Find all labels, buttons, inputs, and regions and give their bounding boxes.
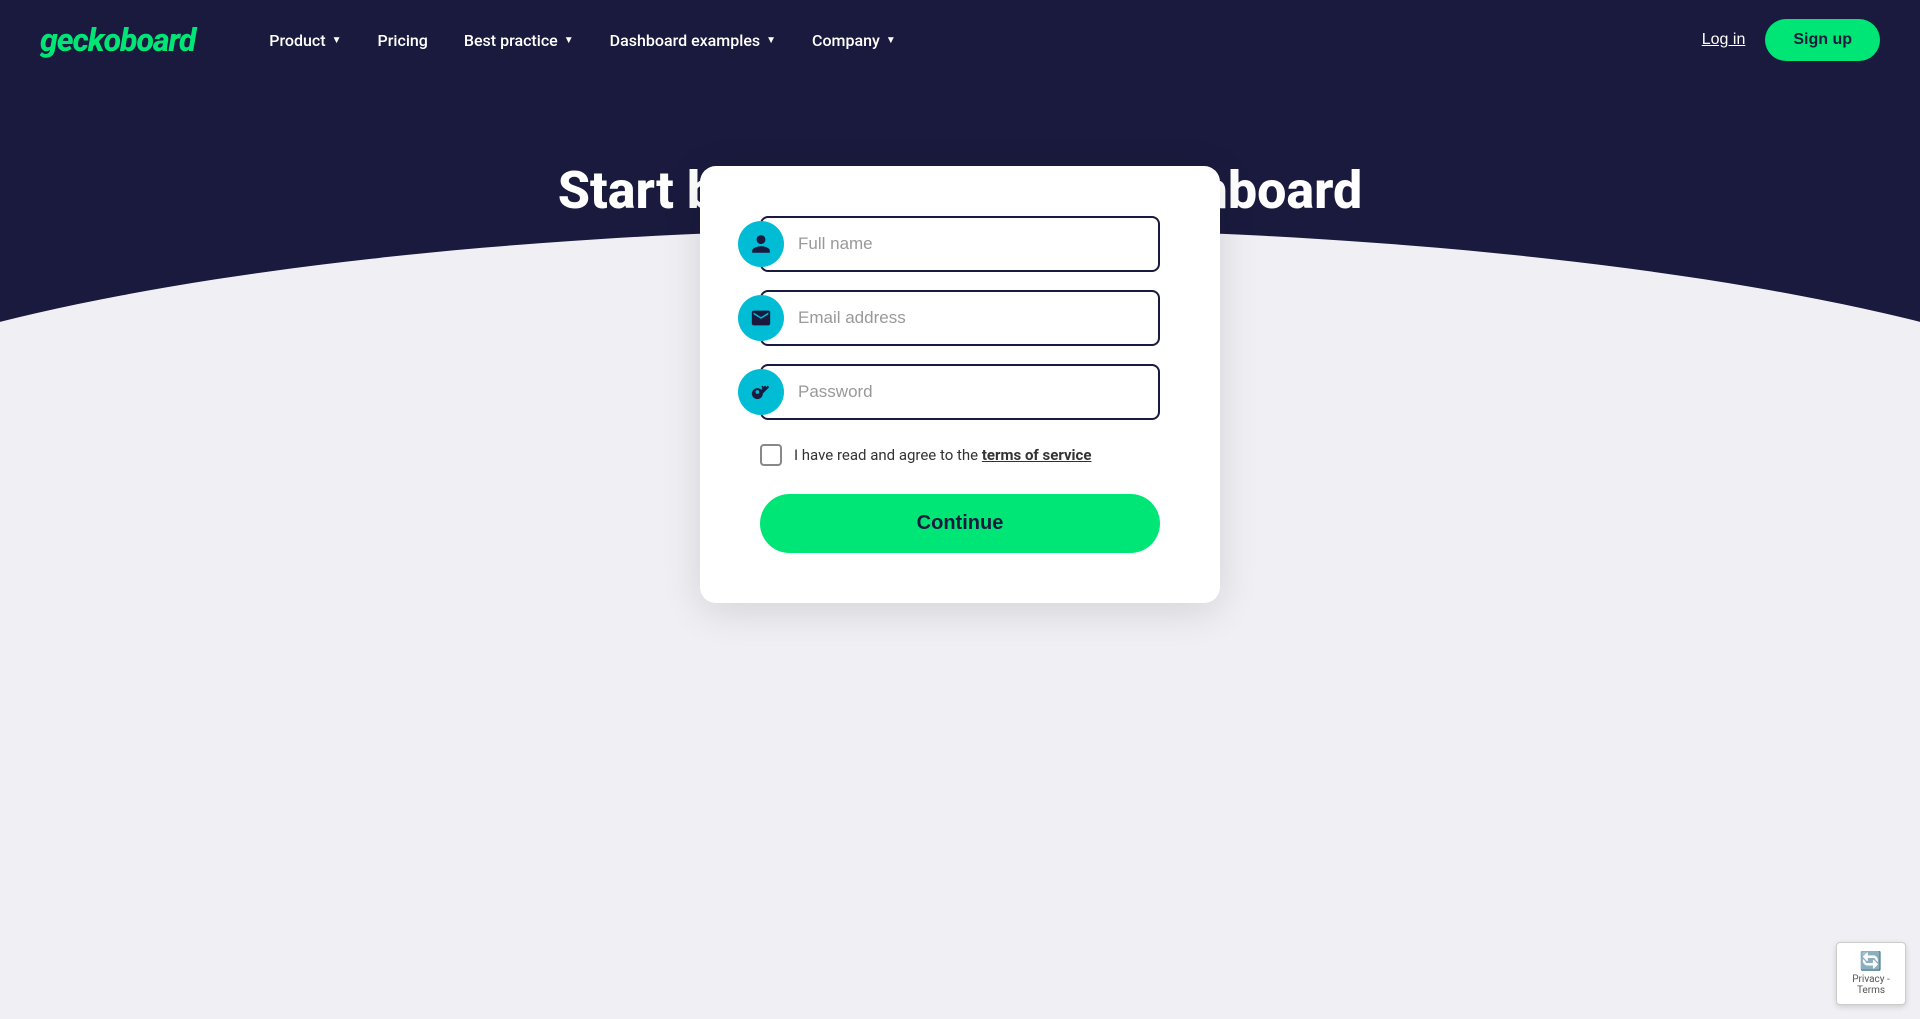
password-input[interactable] <box>760 364 1160 420</box>
chevron-down-icon: ▼ <box>886 35 896 46</box>
fullname-input[interactable] <box>760 216 1160 272</box>
nav-item-best-practice[interactable]: Best practice ▼ <box>450 23 588 58</box>
recaptcha-icon: 🔄 <box>1847 951 1895 972</box>
nav-links: Product ▼ Pricing Best practice ▼ Dashbo… <box>255 23 1701 58</box>
signup-form-section: I have read and agree to the terms of se… <box>0 166 1920 663</box>
nav-actions: Log in Sign up <box>1702 19 1880 61</box>
fullname-group <box>760 216 1160 272</box>
nav-item-pricing[interactable]: Pricing <box>364 23 442 58</box>
brand-logo[interactable]: geckoboard <box>40 21 195 59</box>
navbar: geckoboard Product ▼ Pricing Best practi… <box>0 0 1920 80</box>
terms-link[interactable]: terms of service <box>982 446 1092 464</box>
login-button[interactable]: Log in <box>1702 31 1746 49</box>
key-icon <box>738 369 784 415</box>
terms-checkbox[interactable] <box>760 444 782 466</box>
recaptcha-badge: 🔄 Privacy - Terms <box>1836 942 1906 1005</box>
email-icon <box>738 295 784 341</box>
signup-form-card: I have read and agree to the terms of se… <box>700 166 1220 603</box>
continue-button[interactable]: Continue <box>760 494 1160 553</box>
nav-item-product[interactable]: Product ▼ <box>255 23 355 58</box>
email-input[interactable] <box>760 290 1160 346</box>
terms-row: I have read and agree to the terms of se… <box>760 444 1160 466</box>
chevron-down-icon: ▼ <box>564 35 574 46</box>
nav-item-dashboard-examples[interactable]: Dashboard examples ▼ <box>596 23 790 58</box>
signup-button[interactable]: Sign up <box>1765 19 1880 61</box>
email-group <box>760 290 1160 346</box>
terms-label: I have read and agree to the terms of se… <box>794 446 1091 464</box>
password-group <box>760 364 1160 420</box>
nav-item-company[interactable]: Company ▼ <box>798 23 910 58</box>
chevron-down-icon: ▼ <box>332 35 342 46</box>
person-icon <box>738 221 784 267</box>
recaptcha-text: Privacy - Terms <box>1847 974 1895 996</box>
chevron-down-icon: ▼ <box>766 35 776 46</box>
